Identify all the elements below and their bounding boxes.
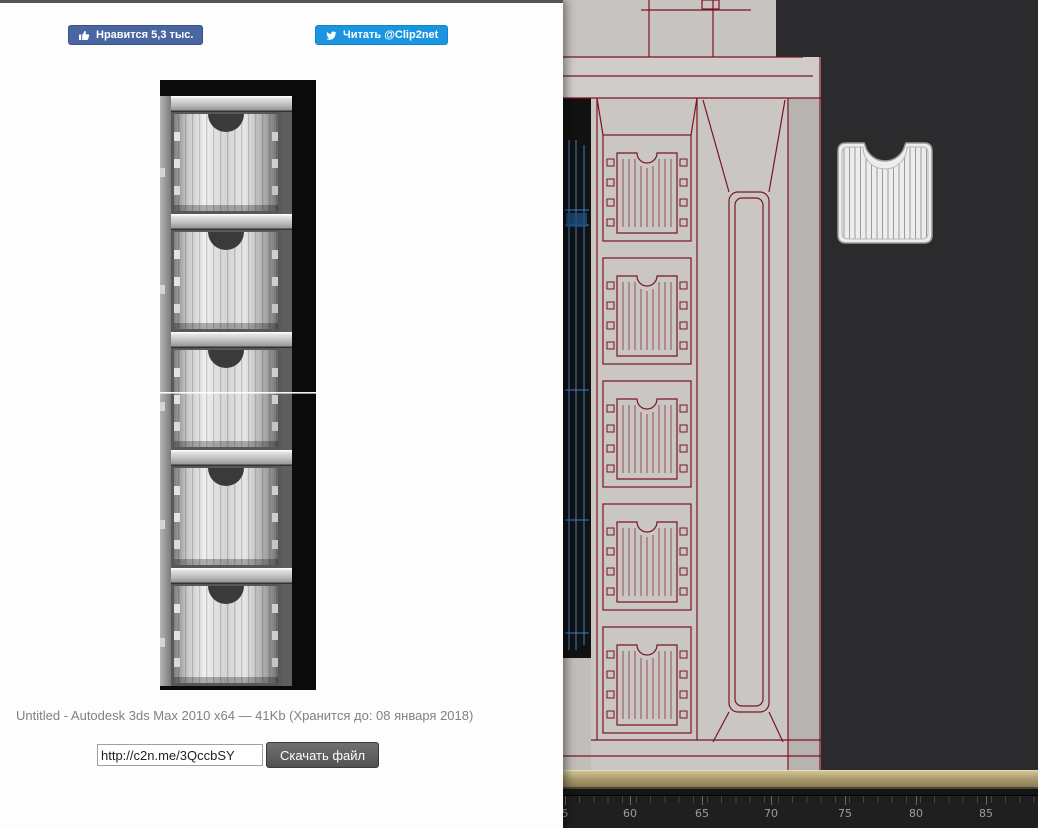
timeline-tick — [845, 796, 846, 805]
facebook-like-button[interactable]: Нравится 5,3 тыс. — [68, 25, 204, 45]
timeline-label: 75 — [838, 807, 852, 820]
timeline-label: 60 — [623, 807, 637, 820]
drawer-profile-spline[interactable] — [837, 142, 933, 244]
timeline-label: 70 — [764, 807, 778, 820]
shared-screenshot-image[interactable] — [160, 80, 316, 690]
download-file-button[interactable]: Скачать файл — [266, 742, 380, 768]
timeline-tick — [916, 796, 917, 805]
ground-plane-edge — [563, 770, 1038, 789]
file-caption: Untitled - Autodesk 3ds Max 2010 x64 — 4… — [16, 708, 474, 723]
twitter-follow-button[interactable]: Читать @Clip2net — [315, 25, 449, 45]
thumbs-up-icon — [78, 29, 91, 42]
timeline-label: 65 — [695, 807, 709, 820]
timeline-trackbar[interactable]: 5 60 65 70 75 80 85 — [562, 795, 1038, 828]
timeline-tick — [630, 796, 631, 805]
timeline-tick — [986, 796, 987, 805]
timeline-label: 85 — [979, 807, 993, 820]
facebook-like-label: Нравится 5,3 тыс. — [96, 29, 194, 41]
timeline-tick — [565, 796, 566, 805]
clip2net-share-page: Нравится 5,3 тыс. Читать @Clip2net Untit… — [0, 0, 563, 828]
twitter-follow-label: Читать @Clip2net — [343, 29, 439, 41]
twitter-bird-icon — [325, 29, 338, 42]
blue-object-panel — [566, 213, 587, 227]
timeline-minor-ticks — [565, 796, 1036, 803]
max-viewport[interactable]: 5 60 65 70 75 80 85 — [562, 0, 1038, 828]
timeline-tick — [771, 796, 772, 805]
timeline-tick — [702, 796, 703, 805]
timeline-label: 80 — [909, 807, 923, 820]
page-top-strip — [0, 0, 563, 3]
screen: 5 60 65 70 75 80 85 Нравится 5,3 тыс. Чи… — [0, 0, 1038, 828]
viewport-canvas[interactable] — [563, 0, 1038, 770]
share-url-input[interactable] — [97, 744, 263, 766]
